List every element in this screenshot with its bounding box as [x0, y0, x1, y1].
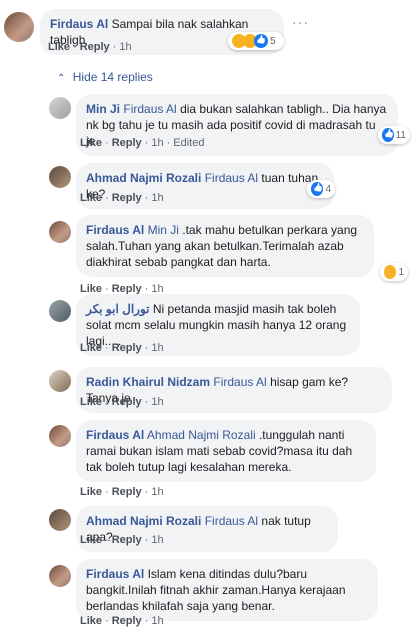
reply-mention[interactable]: Firdaus Al — [123, 102, 176, 116]
like-reaction-icon — [311, 182, 324, 196]
avatar[interactable] — [49, 221, 71, 243]
reply-link[interactable]: Reply — [112, 396, 142, 408]
like-link[interactable]: Like — [80, 137, 102, 149]
reply-link[interactable]: Reply — [112, 137, 142, 149]
reply-author[interactable]: Firdaus Al — [86, 428, 144, 442]
comment-actions: Like · Reply · 1h — [48, 41, 132, 53]
like-link[interactable]: Like — [80, 192, 102, 204]
reply-mention[interactable]: Ahmad Najmi Rozali — [147, 428, 256, 442]
reply-author[interactable]: Radin Khairul Nidzam — [86, 375, 210, 389]
reply-actions: Like · Reply · 1h — [80, 396, 164, 408]
timestamp[interactable]: 1h — [151, 137, 163, 149]
comment-author[interactable]: Firdaus Al — [50, 17, 108, 31]
reply-author[interactable]: Firdaus Al — [86, 223, 144, 237]
timestamp[interactable]: 1h — [151, 486, 163, 498]
timestamp[interactable]: 1h — [151, 192, 163, 204]
like-link[interactable]: Like — [80, 615, 102, 627]
like-reaction-icon — [382, 128, 394, 142]
reply-bubble: Firdaus Al Ahmad Najmi Rozali .tunggulah… — [76, 420, 376, 482]
hide-replies-link[interactable]: ⌃ Hide 14 replies — [57, 70, 153, 84]
reply-bubble: Firdaus Al Islam kena ditindas dulu?baru… — [76, 559, 378, 621]
timestamp[interactable]: 1h — [151, 615, 163, 627]
reply-actions: Like · Reply · 1h — [80, 342, 164, 354]
avatar[interactable] — [49, 97, 71, 119]
chevron-up-icon: ⌃ — [57, 73, 66, 84]
reaction-summary[interactable]: 11 — [378, 126, 410, 144]
reaction-summary[interactable]: 1 — [380, 263, 408, 281]
like-reaction-icon — [254, 34, 268, 48]
reply-author[interactable]: Firdaus Al — [86, 567, 144, 581]
reaction-count: 4 — [325, 183, 331, 195]
reply-link[interactable]: Reply — [112, 534, 142, 546]
reply-mention[interactable]: Firdaus Al — [213, 375, 266, 389]
reply-link[interactable]: Reply — [112, 192, 142, 204]
like-link[interactable]: Like — [48, 41, 70, 53]
reply-link[interactable]: Reply — [112, 486, 142, 498]
avatar[interactable] — [49, 370, 71, 392]
timestamp[interactable]: 1h — [151, 342, 163, 354]
like-link[interactable]: Like — [80, 534, 102, 546]
reply-link[interactable]: Reply — [112, 342, 142, 354]
reply-link[interactable]: Reply — [112, 615, 142, 627]
reply-mention[interactable]: Firdaus Al — [205, 514, 258, 528]
reply-actions: Like · Reply · 1h — [80, 534, 164, 546]
reply-author[interactable]: تورال ابو بكر — [86, 302, 150, 316]
reaction-summary[interactable]: 4 — [307, 180, 335, 198]
reply-actions: Like · Reply · 1h — [80, 615, 164, 627]
timestamp[interactable]: 1h — [119, 41, 131, 53]
avatar[interactable] — [49, 300, 71, 322]
edited-label[interactable]: Edited — [173, 137, 204, 149]
reaction-count: 5 — [270, 35, 276, 47]
reaction-count: 11 — [395, 129, 406, 141]
reply-author[interactable]: Min Ji — [86, 102, 120, 116]
reaction-summary[interactable]: 5 — [228, 32, 284, 50]
reply-actions: Like · Reply · 1h · Edited — [80, 137, 205, 149]
like-link[interactable]: Like — [80, 396, 102, 408]
reply-mention[interactable]: Min Ji — [148, 223, 179, 237]
reply-link[interactable]: Reply — [80, 41, 110, 53]
reply-mention[interactable]: Firdaus Al — [205, 171, 258, 185]
timestamp[interactable]: 1h — [151, 396, 163, 408]
avatar[interactable] — [49, 565, 71, 587]
reply-author[interactable]: Ahmad Najmi Rozali — [86, 514, 201, 528]
like-link[interactable]: Like — [80, 342, 102, 354]
hide-replies-label: Hide 14 replies — [72, 70, 153, 84]
reply-author[interactable]: Ahmad Najmi Rozali — [86, 171, 201, 185]
reply-bubble: Firdaus Al Min Ji .tak mahu betulkan per… — [76, 215, 374, 277]
haha-reaction-icon — [384, 265, 397, 279]
avatar[interactable] — [49, 425, 71, 447]
avatar[interactable] — [49, 509, 71, 531]
like-link[interactable]: Like — [80, 486, 102, 498]
reply-actions: Like · Reply · 1h — [80, 192, 164, 204]
avatar[interactable] — [49, 166, 71, 188]
timestamp[interactable]: 1h — [151, 534, 163, 546]
more-options-icon[interactable]: ··· — [292, 14, 309, 30]
avatar[interactable] — [4, 12, 34, 42]
reply-actions: Like · Reply · 1h — [80, 486, 164, 498]
reaction-count: 1 — [398, 266, 404, 278]
